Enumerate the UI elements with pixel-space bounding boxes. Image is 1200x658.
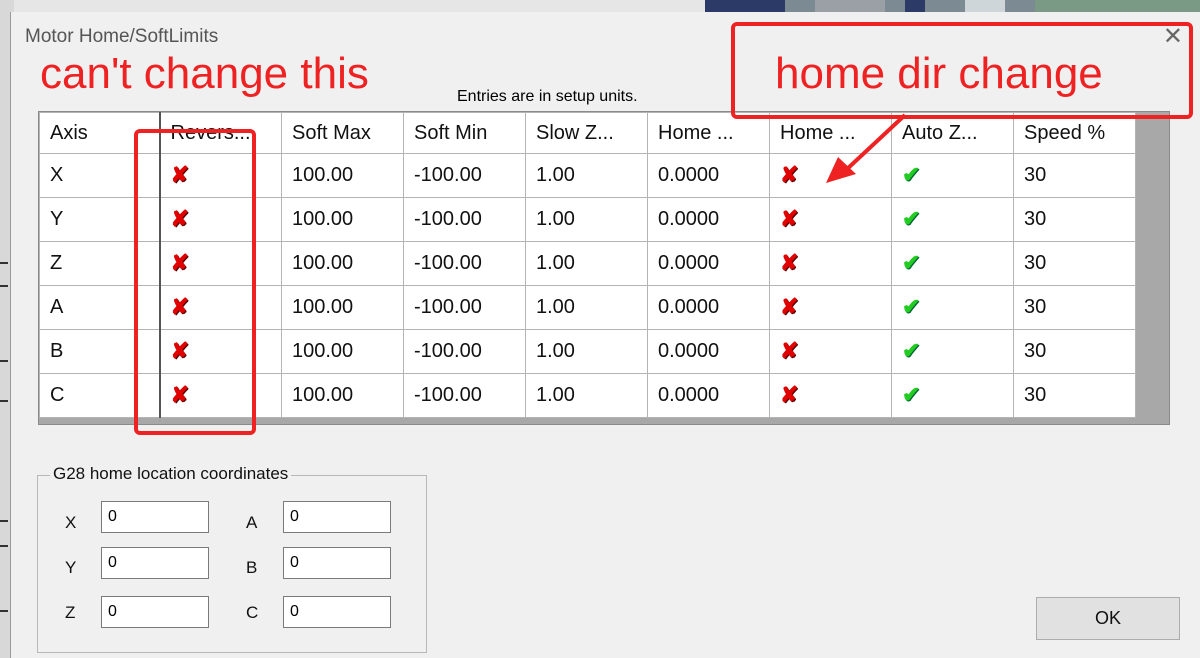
annotation-arrow [826, 113, 907, 183]
